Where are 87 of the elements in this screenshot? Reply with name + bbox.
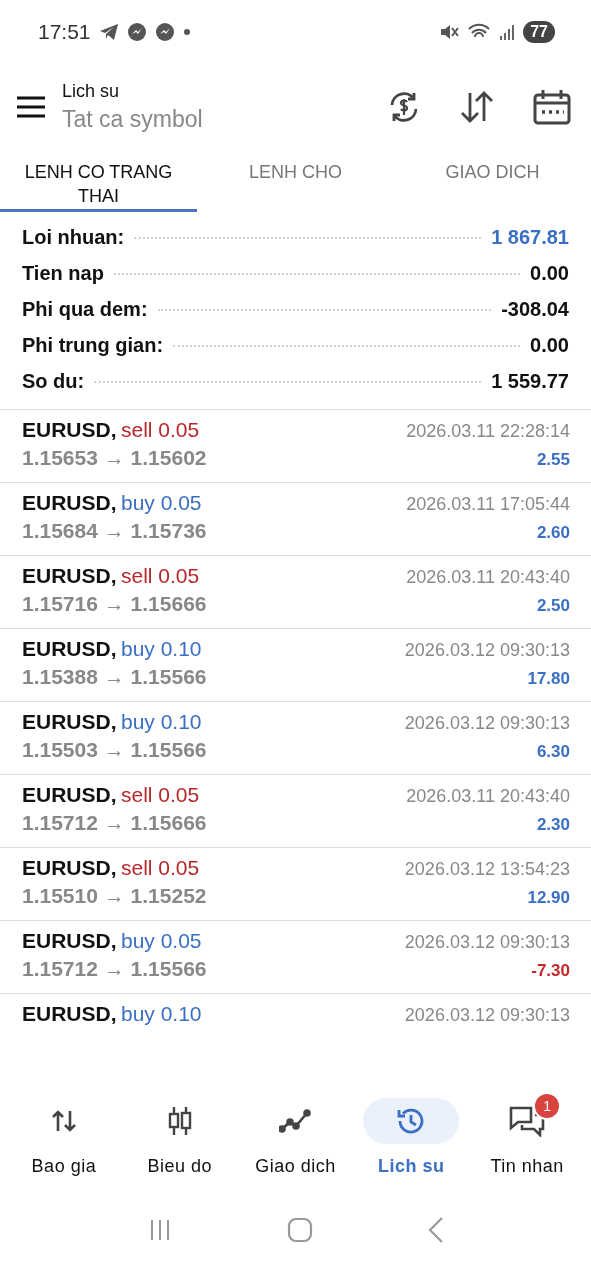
trade-profit: 17.80: [527, 669, 570, 689]
mute-icon: [439, 22, 460, 42]
trade-profit: 2.55: [536, 450, 570, 470]
trade-symbol: EURUSD,: [22, 491, 117, 514]
trade-prices: 1.15653 → 1.15602: [22, 446, 207, 470]
sort-icon[interactable]: [459, 91, 495, 123]
trade-prices: 1.15684 → 1.15736: [22, 519, 207, 543]
trade-row[interactable]: EURUSD, buy 0.10 2026.03.12 09:30:13 1.15388 → 1.15566 17.80: [0, 629, 591, 702]
trade-row[interactable]: EURUSD, sell 0.05 2026.03.12 13:54:23 1.15510 → 1.15252 12.90: [0, 848, 591, 921]
nav-tab[interactable]: Bieu do: [123, 1098, 236, 1180]
trade-symbol: EURUSD,: [22, 783, 117, 806]
status-time: 17:51: [38, 20, 91, 44]
trade-prices: 1.15716 → 1.15666: [22, 592, 207, 616]
trade-profit: 6.30: [536, 742, 570, 762]
trade-row[interactable]: EURUSD, sell 0.05 2026.03.11 22:28:14 1.15653 → 1.15602 2.55: [0, 410, 591, 483]
trade-profit: 12.90: [527, 888, 570, 908]
trade-action: sell 0.05: [120, 564, 200, 587]
trade-profit: 2.50: [536, 596, 570, 616]
trade-symbol: EURUSD,: [22, 929, 117, 952]
summary-value: -308.04: [501, 298, 569, 321]
trade-profit: 2.30: [536, 815, 570, 835]
trade-action: sell 0.05: [120, 856, 200, 879]
trade-time: 2026.03.12 09:30:13: [404, 932, 570, 953]
trade-row[interactable]: EURUSD, buy 0.10 2026.03.12 09:30:13 1.15503 → 1.15566 6.30: [0, 702, 591, 775]
back-icon[interactable]: [427, 1217, 444, 1243]
trade-action: buy 0.10: [120, 1002, 202, 1025]
symbol-filter[interactable]: Tat ca symbol: [62, 106, 349, 133]
summary-label: Loi nhuan:: [22, 226, 125, 249]
summary-label: Phi qua dem:: [22, 298, 148, 321]
trade-symbol: EURUSD,: [22, 856, 117, 879]
trade-time: 2026.03.12 09:30:13: [404, 640, 570, 661]
trade-time: 2026.03.11 17:05:44: [406, 494, 570, 515]
battery-level: 77: [523, 21, 555, 43]
tab[interactable]: LENH CHO: [197, 150, 394, 212]
nav-tab[interactable]: Bao gia: [7, 1098, 120, 1180]
calendar-icon[interactable]: [533, 89, 571, 125]
messenger-icon: [154, 22, 175, 42]
tab[interactable]: LENH CO TRANG THAI: [0, 150, 197, 212]
summary-value: 1 559.77: [491, 370, 569, 393]
trade-prices: 1.15510 → 1.15252: [22, 884, 207, 908]
trade-time: 2026.03.11 20:43:40: [406, 567, 570, 588]
menu-icon[interactable]: [16, 96, 46, 118]
trade-row[interactable]: EURUSD, sell 0.05 2026.03.11 20:43:40 1.15712 → 1.15666 2.30: [0, 775, 591, 848]
trade-action: buy 0.10: [120, 710, 202, 733]
screen-title: Lich su: [62, 81, 121, 102]
summary-value: 0.00: [530, 334, 569, 357]
trade-prices: 1.15388 → 1.15566: [22, 665, 207, 689]
unread-badge: 1: [533, 1092, 562, 1120]
trade-prices: 1.15503 → 1.15566: [22, 738, 207, 762]
candlestick-icon: [166, 1106, 193, 1136]
trade-time: 2026.03.12 13:54:23: [404, 859, 570, 880]
trade-action: buy 0.05: [120, 929, 202, 952]
summary-value: 1 867.81: [491, 226, 569, 249]
trade-time: 2026.03.11 22:28:14: [406, 421, 570, 442]
trade-prices: 1.15712 → 1.15566: [22, 957, 207, 981]
trade-profit: -7.30: [531, 961, 570, 981]
trade-row[interactable]: EURUSD, buy 0.05 2026.03.12 09:30:13 1.15712 → 1.15566 -7.30: [0, 921, 591, 994]
home-icon[interactable]: [286, 1217, 313, 1243]
trade-symbol: EURUSD,: [22, 637, 117, 660]
trade-time: 2026.03.12 09:30:13: [404, 1005, 570, 1026]
trade-action: buy 0.05: [120, 491, 202, 514]
trade-profit: 2.60: [536, 523, 570, 543]
summary-label: Tien nap: [22, 262, 104, 285]
summary-value: 0.00: [530, 262, 569, 285]
tab[interactable]: GIAO DICH: [394, 150, 591, 212]
telegram-icon: [98, 23, 119, 41]
trade-prices: 1.15712 → 1.15666: [22, 811, 207, 835]
trade-action: sell 0.05: [120, 783, 200, 806]
trade-symbol: EURUSD,: [22, 564, 117, 587]
trade-symbol: EURUSD,: [22, 418, 117, 441]
trade-time: 2026.03.11 20:43:40: [406, 786, 570, 807]
trade-row[interactable]: EURUSD, buy 0.05 2026.03.11 17:05:44 1.15684 → 1.15736 2.60: [0, 483, 591, 556]
line-chart-icon: [279, 1109, 312, 1133]
trade-action: buy 0.10: [120, 637, 202, 660]
summary-label: So du:: [22, 370, 85, 393]
messenger-icon: [126, 22, 147, 42]
trade-symbol: EURUSD,: [22, 1002, 117, 1025]
nav-tab[interactable]: Lich su: [355, 1098, 468, 1180]
trade-row[interactable]: EURUSD, sell 0.05 2026.03.11 20:43:40 1.15716 → 1.15666 2.50: [0, 556, 591, 629]
nav-tab[interactable]: Giao dich: [239, 1098, 352, 1180]
summary-label: Phi trung gian:: [22, 334, 164, 357]
trade-row[interactable]: EURUSD, buy 0.10 2026.03.12 09:30:13: [0, 994, 591, 1056]
trade-action: sell 0.05: [120, 418, 200, 441]
signal-icon: [499, 23, 516, 41]
trade-symbol: EURUSD,: [22, 710, 117, 733]
trade-time: 2026.03.12 09:30:13: [404, 713, 570, 734]
dot-icon: [182, 28, 191, 36]
